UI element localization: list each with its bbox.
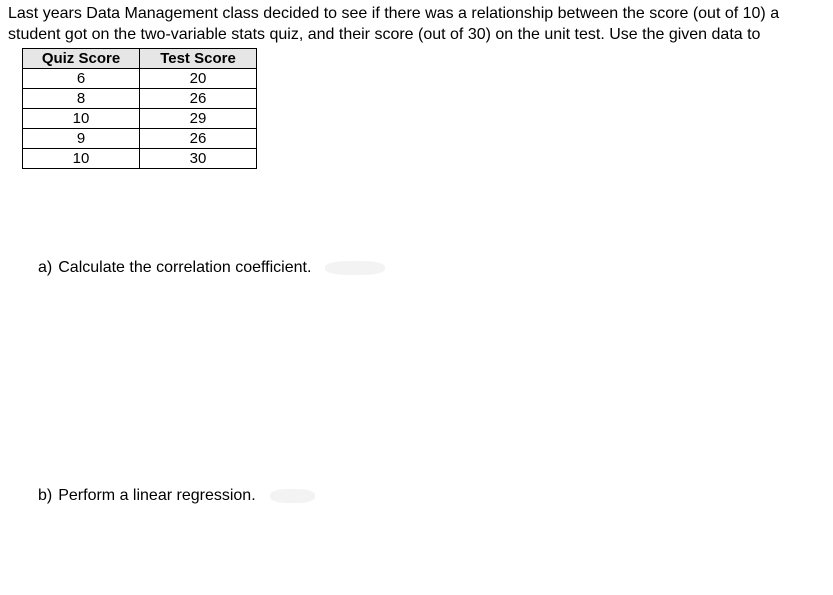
header-quiz-score: Quiz Score — [23, 48, 140, 68]
cell-test: 20 — [140, 68, 257, 88]
cell-quiz: 9 — [23, 128, 140, 148]
table-row: 10 30 — [23, 148, 257, 168]
data-table: Quiz Score Test Score 6 20 8 26 10 29 9 … — [22, 48, 257, 169]
header-test-score: Test Score — [140, 48, 257, 68]
cell-test: 26 — [140, 128, 257, 148]
question-b-text: Perform a linear regression. — [58, 487, 255, 505]
cell-test: 26 — [140, 88, 257, 108]
cell-test: 29 — [140, 108, 257, 128]
questions-section: a) Calculate the correlation coefficient… — [38, 259, 825, 505]
table-header-row: Quiz Score Test Score — [23, 48, 257, 68]
problem-statement: Last years Data Management class decided… — [8, 4, 825, 46]
question-b: b) Perform a linear regression. — [38, 487, 825, 505]
cell-quiz: 10 — [23, 148, 140, 168]
question-a-letter: a) — [38, 259, 52, 277]
cell-quiz: 8 — [23, 88, 140, 108]
question-a-text: Calculate the correlation coefficient. — [58, 259, 311, 277]
cell-quiz: 6 — [23, 68, 140, 88]
table-row: 9 26 — [23, 128, 257, 148]
question-b-letter: b) — [38, 487, 52, 505]
cell-quiz: 10 — [23, 108, 140, 128]
table-row: 6 20 — [23, 68, 257, 88]
question-a: a) Calculate the correlation coefficient… — [38, 259, 825, 277]
erased-mark — [270, 489, 315, 503]
cell-test: 30 — [140, 148, 257, 168]
table-row: 10 29 — [23, 108, 257, 128]
erased-mark — [325, 261, 385, 275]
table-row: 8 26 — [23, 88, 257, 108]
